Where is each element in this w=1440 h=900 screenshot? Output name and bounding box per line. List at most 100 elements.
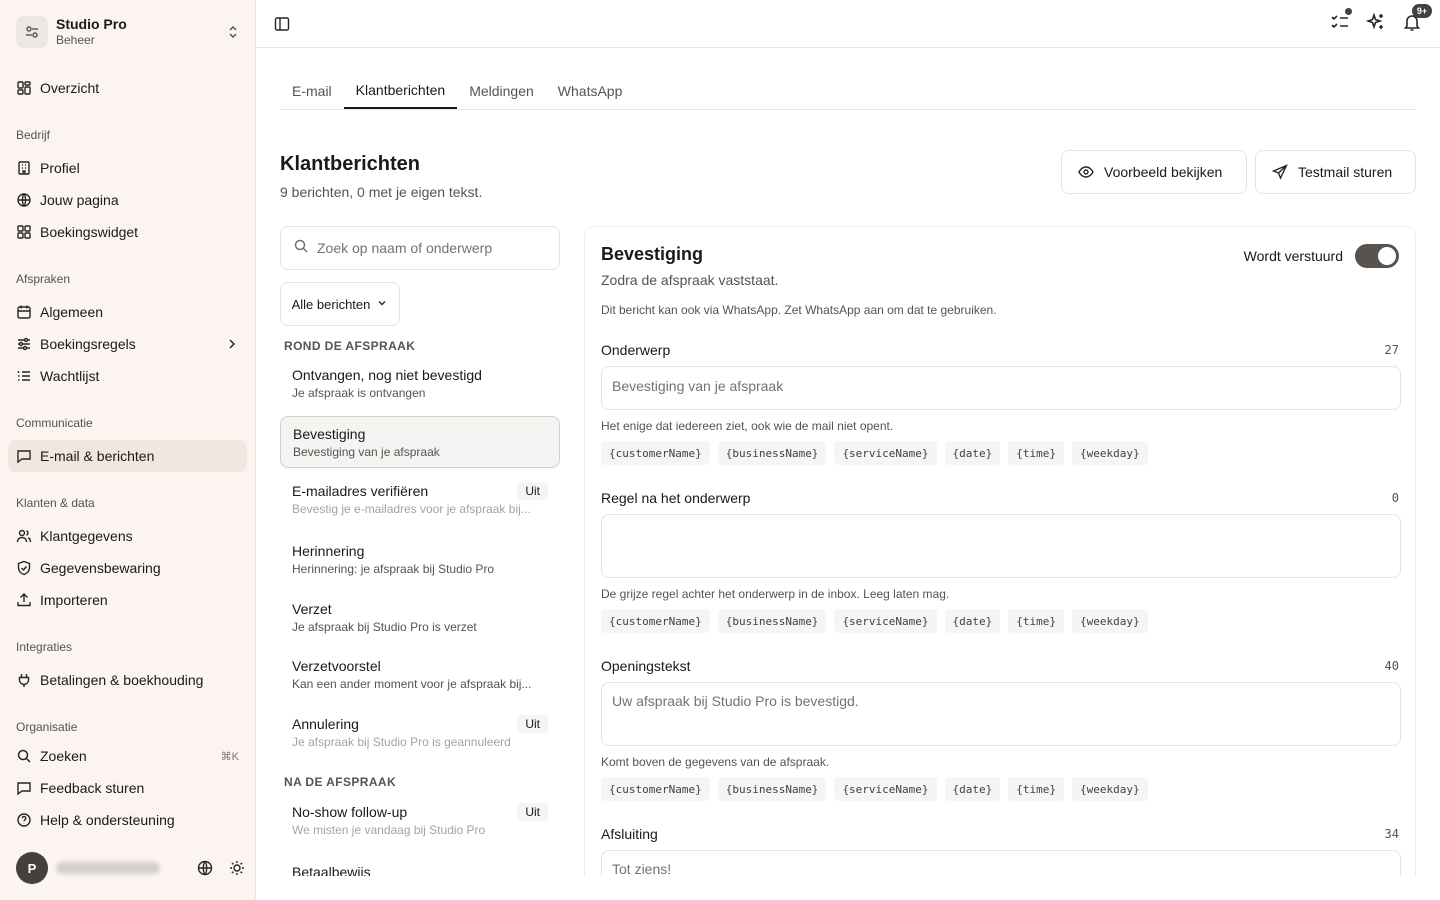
closing-text-input[interactable]: Tot ziens! xyxy=(601,850,1401,876)
status-badge: Uit xyxy=(517,803,548,821)
users-icon xyxy=(16,528,32,544)
sidebar-item-klantgegevens[interactable]: Klantgegevens xyxy=(8,520,247,552)
variable-chip[interactable]: {businessName} xyxy=(717,441,827,465)
workspace-logo-icon xyxy=(16,16,48,48)
variable-chip[interactable]: {businessName} xyxy=(717,609,827,633)
sidebar-item-algemeen[interactable]: Algemeen xyxy=(8,296,247,328)
avatar[interactable]: P xyxy=(16,852,48,884)
variable-chip[interactable]: {date} xyxy=(944,441,1001,465)
opening-text-input[interactable]: Uw afspraak bij Studio Pro is bevestigd. xyxy=(601,682,1401,746)
variable-chip[interactable]: {customerName} xyxy=(601,441,710,465)
sidebar-item-gegevensbewaring[interactable]: Gegevensbewaring xyxy=(8,552,247,584)
variable-chip[interactable]: {date} xyxy=(944,609,1001,633)
sidebar-item-feedback[interactable]: Feedback sturen xyxy=(8,772,247,804)
sidebar-item-email-berichten[interactable]: E-mail & berichten xyxy=(8,440,247,472)
variable-chip[interactable]: {date} xyxy=(944,777,1001,801)
workspace-switcher[interactable]: Studio Pro Beheer xyxy=(16,14,242,50)
tab-email[interactable]: E-mail xyxy=(280,73,344,109)
subject-input[interactable]: Bevestiging van je afspraak xyxy=(601,366,1401,410)
sidebar-item-help[interactable]: Help & ondersteuning xyxy=(8,804,247,836)
sidebar-item-wachtlijst[interactable]: Wachtlijst xyxy=(8,360,247,392)
variable-chip[interactable]: {customerName} xyxy=(601,777,710,801)
section-label-integraties: Integraties xyxy=(16,640,73,654)
search-field[interactable] xyxy=(280,226,560,270)
variable-chip[interactable]: {serviceName} xyxy=(834,777,937,801)
message-item[interactable]: E-mailadres verifiëren Uit Bevestig je e-… xyxy=(280,474,560,526)
sidebar-item-overzicht[interactable]: Overzicht xyxy=(8,72,247,104)
page-title: Klantberichten xyxy=(280,153,421,175)
sidebar-item-label: Profiel xyxy=(40,160,80,176)
shortcut-hint: ⌘K xyxy=(220,750,239,763)
upload-icon xyxy=(16,592,32,608)
send-toggle[interactable] xyxy=(1355,244,1399,268)
field-label-afsluiting: Afsluiting xyxy=(601,826,658,842)
topbar: 9+ xyxy=(256,0,1440,48)
field-help: Het enige dat iedereen ziet, ook wie de … xyxy=(601,419,894,433)
variable-chip[interactable]: {time} xyxy=(1008,609,1065,633)
sidebar-item-profiel[interactable]: Profiel xyxy=(8,152,247,184)
variable-chip[interactable]: {customerName} xyxy=(601,609,710,633)
message-item[interactable]: No-show follow-up Uit We misten je vandaa… xyxy=(280,795,560,847)
sidebar-item-betalingen[interactable]: Betalingen & boekhouding xyxy=(8,664,247,696)
variable-chip[interactable]: {businessName} xyxy=(717,777,827,801)
message-item-selected[interactable]: Bevestiging Bevestiging van je afspraak xyxy=(280,416,560,468)
globe-icon[interactable] xyxy=(196,859,214,877)
sidebar-item-label: Importeren xyxy=(40,592,108,608)
sun-icon[interactable] xyxy=(228,859,246,877)
variable-chip[interactable]: {weekday} xyxy=(1072,609,1148,633)
page-subtitle: 9 berichten, 0 met je eigen tekst. xyxy=(280,184,483,200)
char-count: 34 xyxy=(1384,827,1399,841)
variable-chip[interactable]: {time} xyxy=(1008,777,1065,801)
field-label-openingstekst: Openingstekst xyxy=(601,658,691,674)
tab-whatsapp[interactable]: WhatsApp xyxy=(546,73,635,109)
filter-label: Alle berichten xyxy=(291,296,371,312)
variable-chip[interactable]: {time} xyxy=(1008,441,1065,465)
message-title: Verzetvoorstel xyxy=(292,658,381,674)
tab-klantberichten[interactable]: Klantberichten xyxy=(343,73,458,109)
sidebar-item-boekingsregels[interactable]: Boekingsregels xyxy=(8,328,247,360)
message-item[interactable]: Herinnering Herinnering: je afspraak bij… xyxy=(280,534,560,586)
message-item[interactable]: Ontvangen, nog niet bevestigd Je afspraa… xyxy=(280,358,560,410)
notification-badge: 9+ xyxy=(1412,4,1432,18)
sidebar-item-boekingswidget[interactable]: Boekingswidget xyxy=(8,216,247,248)
message-title: Betaalbewijs xyxy=(292,864,371,876)
sidebar-item-jouw-pagina[interactable]: Jouw pagina xyxy=(8,184,247,216)
sidebar-toggle-icon[interactable] xyxy=(274,16,290,32)
bell-icon[interactable]: 9+ xyxy=(1402,4,1432,32)
sidebar-item-label: Overzicht xyxy=(40,80,100,96)
sidebar-item-zoeken[interactable]: Zoeken ⌘K xyxy=(8,740,247,772)
sidebar-item-label: Gegevensbewaring xyxy=(40,560,161,576)
message-subject: Kan een ander moment voor je afspraak bi… xyxy=(292,677,532,691)
tasks-icon[interactable] xyxy=(1330,7,1353,32)
message-editor: Bevestiging Zodra de afspraak vaststaat.… xyxy=(584,226,1416,876)
sidebar-item-label: Wachtlijst xyxy=(40,368,100,384)
preheader-input[interactable] xyxy=(601,514,1401,578)
message-title: Herinnering xyxy=(292,543,365,559)
variable-chip[interactable]: {serviceName} xyxy=(834,441,937,465)
group-label-na: NA DE AFSPRAAK xyxy=(284,775,397,789)
variable-chip[interactable]: {weekday} xyxy=(1072,777,1148,801)
editor-note: Dit bericht kan ook via WhatsApp. Zet Wh… xyxy=(601,303,997,317)
message-item[interactable]: Annulering Uit Je afspraak bij Studio Pro… xyxy=(280,707,560,759)
preview-button[interactable]: Voorbeeld bekijken xyxy=(1061,150,1247,194)
message-item[interactable]: Betaalbewijs xyxy=(280,855,560,876)
filter-dropdown[interactable]: Alle berichten xyxy=(280,282,400,326)
sliders-icon xyxy=(16,336,32,352)
sidebar-item-label: Help & ondersteuning xyxy=(40,812,175,828)
message-square-icon xyxy=(16,448,32,464)
message-title: Verzet xyxy=(292,601,332,617)
search-input[interactable] xyxy=(317,240,537,256)
user-menu[interactable]: P xyxy=(16,852,246,884)
message-item[interactable]: Verzetvoorstel Kan een ander moment voor… xyxy=(280,649,560,701)
sparkles-icon[interactable] xyxy=(1366,12,1386,32)
tab-meldingen[interactable]: Meldingen xyxy=(457,73,546,109)
variable-chip[interactable]: {weekday} xyxy=(1072,441,1148,465)
field-help: De grijze regel achter het onderwerp in … xyxy=(601,587,950,601)
testmail-button[interactable]: Testmail sturen xyxy=(1255,150,1416,194)
message-item[interactable]: Verzet Je afspraak bij Studio Pro is ver… xyxy=(280,592,560,644)
variable-chip[interactable]: {serviceName} xyxy=(834,609,937,633)
plug-icon xyxy=(16,672,32,688)
calendar-icon xyxy=(16,304,32,320)
search-icon xyxy=(16,748,32,764)
sidebar-item-importeren[interactable]: Importeren xyxy=(8,584,247,616)
